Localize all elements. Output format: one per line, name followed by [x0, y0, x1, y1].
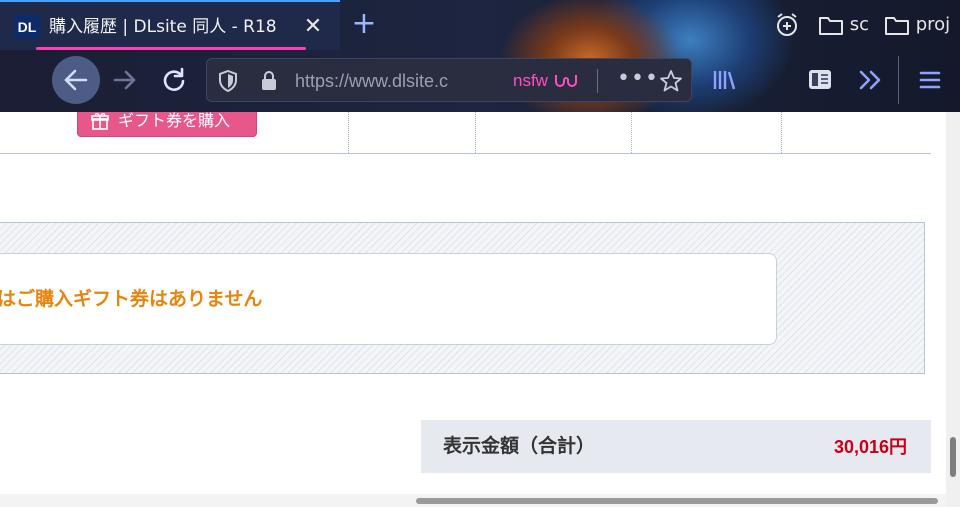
total-amount-bar: 表示金額（合計） 30,016円 — [421, 420, 931, 473]
folder-icon — [885, 17, 909, 35]
vertical-scrollbar[interactable] — [946, 112, 960, 507]
bookmark-label: sc — [849, 14, 870, 35]
horizontal-scrollbar-thumb[interactable] — [416, 498, 938, 504]
url-bar[interactable]: https://www.dlsite.c nsfw ••• — [206, 58, 692, 102]
table-column-divider — [348, 112, 349, 153]
reader-view-icon[interactable] — [806, 67, 834, 93]
glasses-icon — [554, 75, 577, 87]
alarm-add-icon[interactable] — [774, 11, 800, 39]
bookmark-folder-proj[interactable]: proj — [884, 11, 950, 39]
star-icon[interactable] — [659, 69, 683, 93]
hamburger-menu-icon[interactable] — [918, 68, 942, 92]
container-tag-label: nsfw — [513, 71, 548, 90]
page-content: ギフト券を購入 ではご購入ギフト券はありません 表示金額（合計） 30,016円 — [0, 112, 946, 507]
shield-icon[interactable] — [217, 69, 239, 93]
tab-title: 購入履歴 | DLsite 同人 - R18 — [49, 17, 277, 37]
dlsite-favicon: DL — [14, 15, 40, 39]
url-text: https://www.dlsite.c — [295, 71, 449, 91]
bookmark-label: proj — [915, 14, 951, 35]
vertical-scrollbar-thumb[interactable] — [950, 437, 956, 477]
lock-icon[interactable] — [259, 70, 279, 92]
table-bottom-border — [0, 153, 931, 154]
arrow-left-icon — [64, 69, 88, 91]
url-separator — [597, 69, 598, 93]
library-icon[interactable] — [710, 66, 738, 94]
buy-gift-card-label: ギフト券を購入 — [118, 112, 231, 130]
reload-icon[interactable] — [159, 65, 189, 95]
overflow-chevrons-icon[interactable] — [856, 67, 884, 93]
gift-icon — [91, 113, 109, 130]
back-button[interactable] — [52, 56, 100, 104]
navigation-toolbar: https://www.dlsite.c nsfw ••• — [0, 50, 960, 112]
table-column-divider — [781, 112, 782, 153]
more-icon[interactable]: ••• — [617, 67, 659, 91]
container-tag: nsfw — [513, 69, 579, 93]
buy-gift-card-button[interactable]: ギフト券を購入 — [77, 112, 257, 137]
gift-card-panel: ではご購入ギフト券はありません — [0, 222, 925, 374]
plus-icon[interactable]: + — [348, 8, 380, 40]
total-amount-label: 表示金額（合計） — [443, 435, 596, 457]
total-amount-value: 30,016円 — [833, 437, 907, 457]
url-fade — [447, 63, 487, 99]
table-column-divider — [631, 112, 632, 153]
active-tab[interactable]: DL 購入履歴 | DLsite 同人 - R18 ✕ — [0, 0, 340, 50]
table-column-divider — [475, 112, 476, 153]
gift-card-message-box: ではご購入ギフト券はありません — [0, 253, 777, 345]
toolbar-separator — [898, 56, 899, 104]
folder-icon — [819, 17, 843, 35]
bookmark-folder-sc[interactable]: sc — [818, 11, 869, 39]
horizontal-scrollbar[interactable] — [0, 494, 946, 507]
no-gift-cards-message: ではご購入ギフト券はありません — [0, 288, 263, 310]
forward-button[interactable] — [110, 65, 140, 95]
browser-chrome: DL 購入履歴 | DLsite 同人 - R18 ✕ + sc proj ht… — [0, 0, 960, 112]
close-icon[interactable]: ✕ — [300, 14, 326, 40]
